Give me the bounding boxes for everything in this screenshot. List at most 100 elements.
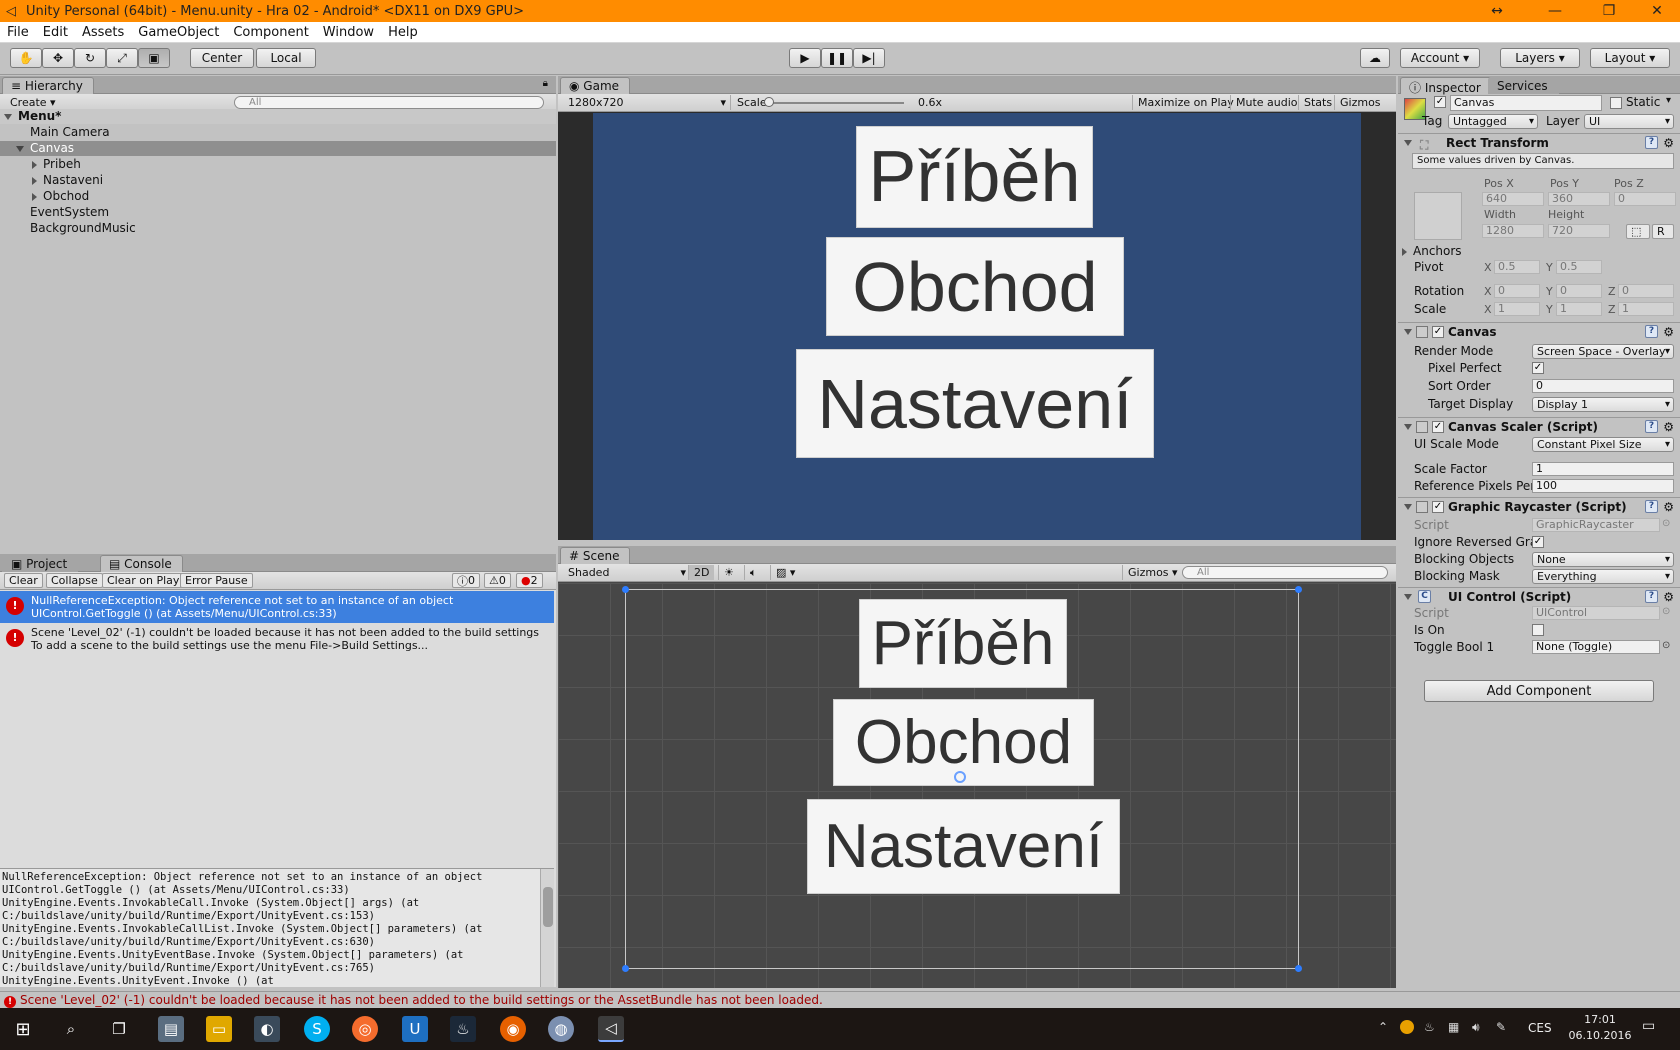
pixel-perfect-checkbox[interactable]: ✓ xyxy=(1532,362,1544,374)
resolution-dropdown[interactable]: 1280x720 ▾ xyxy=(568,95,728,110)
game-button-pribeh[interactable]: Příběh xyxy=(856,126,1093,228)
scrollbar-thumb[interactable] xyxy=(543,887,553,927)
canvas-scaler-header[interactable]: ✓ Canvas Scaler (Script) ? ⚙ xyxy=(1398,417,1680,435)
tray-steam-icon[interactable]: ♨ xyxy=(1424,1020,1435,1034)
help-icon[interactable]: ? xyxy=(1645,500,1658,513)
ignore-reversed-checkbox[interactable]: ✓ xyxy=(1532,536,1544,548)
task-view-icon[interactable]: ❐ xyxy=(106,1016,132,1042)
tab-game[interactable]: ◉ Game xyxy=(560,77,631,94)
ui-scale-mode-dropdown[interactable]: Constant Pixel Size xyxy=(1532,437,1674,452)
clear-on-play-button[interactable]: Clear on Play xyxy=(102,573,185,588)
hierarchy-item-main-camera[interactable]: Main Camera xyxy=(0,125,556,140)
foldout-icon[interactable] xyxy=(1404,594,1412,600)
settings-gear-icon[interactable]: ⚙ xyxy=(1663,323,1674,341)
tab-console[interactable]: ▤ Console xyxy=(100,555,183,572)
scale-y-field[interactable]: 1 xyxy=(1556,302,1602,316)
posx-field[interactable]: 640 xyxy=(1482,192,1544,206)
pivot-local-button[interactable]: Local xyxy=(256,48,316,68)
pivot-x-field[interactable]: 0.5 xyxy=(1494,260,1540,274)
uplay-icon[interactable]: U xyxy=(402,1016,428,1042)
settings-gear-icon[interactable]: ⚙ xyxy=(1663,498,1674,516)
tray-app-icon[interactable] xyxy=(1400,1020,1414,1034)
sort-order-field[interactable]: 0 xyxy=(1532,379,1674,393)
hierarchy-item-nastaveni[interactable]: Nastaveni xyxy=(0,173,556,188)
menu-assets[interactable]: Assets xyxy=(75,25,131,40)
rect-tool-icon[interactable]: ▣ xyxy=(138,48,170,68)
steam-icon[interactable]: ♨ xyxy=(450,1016,476,1042)
rect-transform-header[interactable]: ⛶ Rect Transform ? ⚙ xyxy=(1398,133,1680,152)
scene-search-input[interactable]: All xyxy=(1182,566,1388,579)
rect-handle[interactable] xyxy=(1295,586,1302,593)
scale-tool-icon[interactable]: ⤢ xyxy=(106,48,138,68)
maximize-button[interactable]: ❐ xyxy=(1586,0,1632,22)
rotate-tool-icon[interactable]: ↻ xyxy=(74,48,106,68)
scene-gizmos-dropdown[interactable]: Gizmos ▾ xyxy=(1122,565,1183,580)
pivot-center-button[interactable]: Center xyxy=(190,48,254,68)
folder-app-icon[interactable]: ▭ xyxy=(206,1016,232,1042)
active-checkbox[interactable]: ✓ xyxy=(1434,96,1446,108)
warning-count-toggle[interactable]: ⚠ 0 xyxy=(484,573,511,588)
unity-taskbar-icon[interactable]: ◁ xyxy=(598,1016,624,1042)
raw-edit-button[interactable]: R xyxy=(1652,224,1674,239)
maximize-on-play-toggle[interactable]: Maximize on Play xyxy=(1132,95,1239,110)
expand-icon[interactable] xyxy=(16,145,24,152)
pen-icon[interactable]: ✎ xyxy=(1496,1020,1506,1034)
app-icon[interactable]: ◍ xyxy=(548,1016,574,1042)
foldout-icon[interactable] xyxy=(1404,424,1412,430)
origin-icon[interactable]: ◎ xyxy=(352,1016,378,1042)
menu-edit[interactable]: Edit xyxy=(36,25,75,40)
rotation-y-field[interactable]: 0 xyxy=(1556,284,1602,298)
menu-window[interactable]: Window xyxy=(316,25,381,40)
menu-component[interactable]: Component xyxy=(226,25,315,40)
canvas-scaler-enabled-checkbox[interactable]: ✓ xyxy=(1432,421,1444,433)
tab-scene[interactable]: # Scene xyxy=(560,547,631,564)
panel-lock-icon[interactable]: 🔒︎ xyxy=(543,78,548,89)
collapse-icon[interactable] xyxy=(32,192,37,201)
posy-field[interactable]: 360 xyxy=(1548,192,1610,206)
menu-help[interactable]: Help xyxy=(381,25,425,40)
resize-icon[interactable]: ↔ xyxy=(1474,0,1520,22)
blueprint-mode-button[interactable]: ⬚ xyxy=(1626,224,1650,239)
collapse-icon[interactable] xyxy=(32,160,37,169)
rotation-z-field[interactable]: 0 xyxy=(1618,284,1674,298)
rect-handle[interactable] xyxy=(622,586,629,593)
gizmos-toggle[interactable]: Gizmos xyxy=(1334,95,1386,110)
is-on-checkbox[interactable] xyxy=(1532,624,1544,636)
game-button-obchod[interactable]: Obchod xyxy=(826,237,1124,336)
blocking-mask-dropdown[interactable]: Everything xyxy=(1532,569,1674,584)
graphic-raycaster-header[interactable]: ✓ Graphic Raycaster (Script) ? ⚙ xyxy=(1398,497,1680,515)
clock[interactable]: 17:01 06.10.2016 xyxy=(1568,1012,1632,1044)
account-dropdown[interactable]: Account ▾ xyxy=(1400,48,1480,68)
play-button[interactable]: ▶ xyxy=(789,48,821,68)
layout-dropdown[interactable]: Layout ▾ xyxy=(1590,48,1670,68)
foldout-icon[interactable] xyxy=(1404,329,1412,335)
audio-icon[interactable]: 🔈︎ xyxy=(744,565,762,580)
scale-slider[interactable] xyxy=(764,97,904,107)
canvas-enabled-checkbox[interactable]: ✓ xyxy=(1432,326,1444,338)
posz-field[interactable]: 0 xyxy=(1614,192,1676,206)
create-dropdown[interactable]: Create ▾ xyxy=(6,95,60,110)
status-bar[interactable]: ! Scene 'Level_02' (-1) couldn't be loade… xyxy=(0,991,1680,1008)
rect-handle[interactable] xyxy=(1295,965,1302,972)
foldout-icon[interactable] xyxy=(1404,140,1412,146)
tab-project[interactable]: ▣ Project xyxy=(2,555,79,572)
minimize-button[interactable]: — xyxy=(1532,0,1578,22)
collapse-button[interactable]: Collapse xyxy=(46,573,103,588)
scene-button-nastaveni[interactable]: Nastavení xyxy=(807,799,1120,894)
static-dropdown-icon[interactable]: ▾ xyxy=(1666,95,1671,106)
tab-services[interactable]: Services xyxy=(1488,77,1559,94)
settings-gear-icon[interactable]: ⚙ xyxy=(1663,418,1674,436)
rect-handle[interactable] xyxy=(622,965,629,972)
scale-z-field[interactable]: 1 xyxy=(1618,302,1674,316)
game-button-nastaveni[interactable]: Nastavení xyxy=(796,349,1154,458)
mute-audio-toggle[interactable]: Mute audio xyxy=(1230,95,1303,110)
pivot-y-field[interactable]: 0.5 xyxy=(1556,260,1602,274)
blocking-objects-dropdown[interactable]: None xyxy=(1532,552,1674,567)
stats-toggle[interactable]: Stats xyxy=(1298,95,1337,110)
hierarchy-item-canvas[interactable]: Canvas xyxy=(0,141,556,156)
menu-file[interactable]: File xyxy=(0,25,36,40)
2d-toggle[interactable]: 2D xyxy=(688,565,715,580)
foldout-icon[interactable] xyxy=(1404,504,1412,510)
expand-icon[interactable] xyxy=(4,113,12,120)
object-picker-icon[interactable]: ⊙ xyxy=(1662,518,1670,529)
